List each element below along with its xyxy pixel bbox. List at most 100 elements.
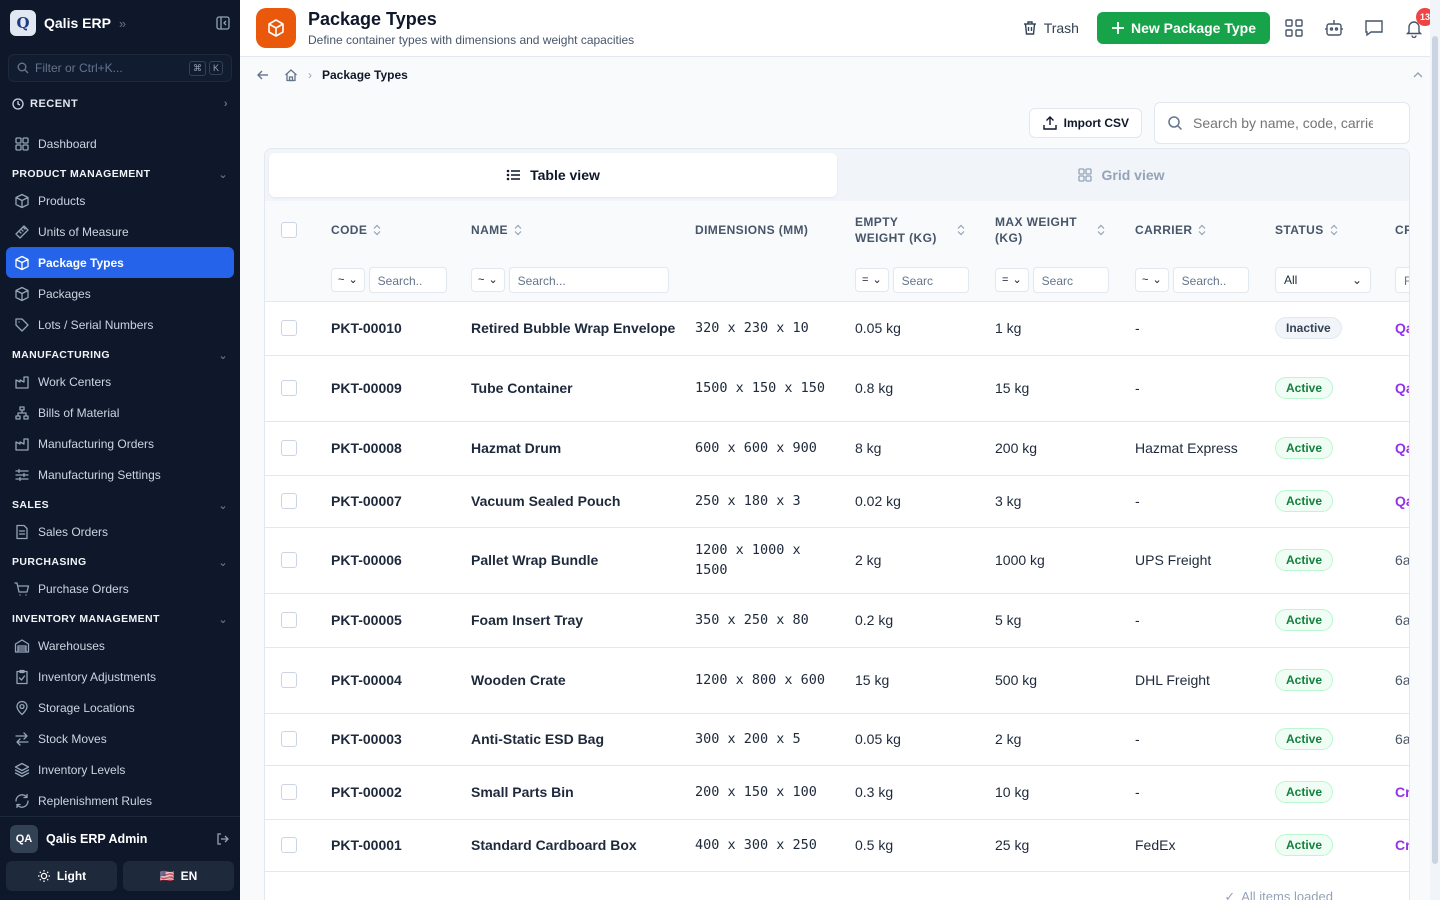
- sidebar-item-stock-moves[interactable]: Stock Moves: [6, 723, 234, 754]
- row-checkbox[interactable]: [281, 320, 297, 336]
- name-filter-input[interactable]: Search...: [508, 266, 669, 293]
- cell-code[interactable]: PKT-00004: [331, 672, 402, 688]
- sidebar-collapse-icon[interactable]: [216, 16, 230, 30]
- table-row[interactable]: PKT-00006 Pallet Wrap Bundle 1200 x 1000…: [265, 527, 1409, 594]
- cell-name[interactable]: Hazmat Drum: [471, 440, 561, 456]
- cell-code[interactable]: PKT-00003: [331, 731, 402, 747]
- apps-grid-icon[interactable]: [1284, 18, 1304, 38]
- nav-section-sales[interactable]: SALES ⌄: [0, 494, 240, 516]
- table-row[interactable]: PKT-00005 Foam Insert Tray 350 x 250 x 8…: [265, 593, 1409, 648]
- row-checkbox[interactable]: [281, 612, 297, 628]
- sidebar-item-storage-locations[interactable]: Storage Locations: [6, 692, 234, 723]
- cell-created-by[interactable]: 6a: [1395, 731, 1409, 747]
- row-checkbox[interactable]: [281, 493, 297, 509]
- code-filter-input[interactable]: Search..: [368, 266, 447, 293]
- trash-button[interactable]: Trash: [1022, 20, 1079, 36]
- cell-name[interactable]: Vacuum Sealed Pouch: [471, 493, 620, 509]
- row-checkbox[interactable]: [281, 672, 297, 688]
- sidebar-item-warehouses[interactable]: Warehouses: [6, 630, 234, 661]
- table-row[interactable]: PKT-00004 Wooden Crate 1200 x 800 x 600 …: [265, 647, 1409, 714]
- cell-name[interactable]: Pallet Wrap Bundle: [471, 552, 598, 568]
- nav-section-inventory-management[interactable]: INVENTORY MANAGEMENT ⌄: [0, 608, 240, 630]
- cell-code[interactable]: PKT-00007: [331, 493, 402, 509]
- sidebar-item-package-types[interactable]: Package Types: [6, 247, 234, 278]
- sidebar-item-lots-serial-numbers[interactable]: Lots / Serial Numbers: [6, 309, 234, 340]
- import-csv-button[interactable]: Import CSV: [1028, 108, 1142, 138]
- cell-name[interactable]: Standard Cardboard Box: [471, 837, 637, 853]
- col-status[interactable]: STATUS: [1275, 201, 1395, 259]
- max-weight-filter-operator[interactable]: = ⌄: [995, 267, 1029, 292]
- cell-created-by[interactable]: 6a: [1395, 612, 1409, 628]
- table-row[interactable]: PKT-00007 Vacuum Sealed Pouch 250 x 180 …: [265, 475, 1409, 528]
- cell-created-by[interactable]: Qa: [1395, 440, 1409, 456]
- scrollbar-thumb[interactable]: [1432, 36, 1438, 864]
- cell-code[interactable]: PKT-00006: [331, 552, 402, 568]
- page-scrollbar[interactable]: [1430, 0, 1440, 900]
- name-filter-operator[interactable]: ~ ⌄: [471, 267, 505, 292]
- sidebar-item-work-centers[interactable]: Work Centers: [6, 366, 234, 397]
- language-button[interactable]: 🇺🇸 EN: [123, 861, 234, 891]
- table-row[interactable]: PKT-00010 Retired Bubble Wrap Envelope 3…: [265, 301, 1409, 356]
- status-filter-select[interactable]: All ⌄: [1275, 266, 1371, 293]
- tab-grid-view[interactable]: Grid view: [837, 153, 1405, 197]
- cell-code[interactable]: PKT-00009: [331, 380, 402, 396]
- chevron-up-icon[interactable]: [1412, 69, 1424, 81]
- carrier-filter-operator[interactable]: ~ ⌄: [1135, 267, 1169, 292]
- sidebar-filter-input[interactable]: Filter or Ctrl+K... ⌘ K: [8, 54, 232, 82]
- sidebar-item-dashboard[interactable]: Dashboard: [6, 128, 234, 159]
- bot-icon[interactable]: [1324, 18, 1344, 38]
- col-carrier[interactable]: CARRIER: [1135, 201, 1275, 259]
- row-checkbox[interactable]: [281, 552, 297, 568]
- sidebar-item-manufacturing-orders[interactable]: Manufacturing Orders: [6, 428, 234, 459]
- cell-name[interactable]: Tube Container: [471, 380, 573, 396]
- select-all-checkbox[interactable]: [281, 222, 297, 238]
- sidebar-item-units-of-measure[interactable]: Units of Measure: [6, 216, 234, 247]
- row-checkbox[interactable]: [281, 837, 297, 853]
- cell-created-by[interactable]: Qa: [1395, 320, 1409, 336]
- app-name[interactable]: Qalis ERP: [44, 15, 111, 31]
- col-max-weight[interactable]: MAX WEIGHT (KG): [995, 201, 1135, 259]
- app-logo[interactable]: Q: [10, 10, 36, 36]
- row-checkbox[interactable]: [281, 440, 297, 456]
- sidebar-item-packages[interactable]: Packages: [6, 278, 234, 309]
- empty-weight-filter-input[interactable]: Searc: [892, 266, 969, 293]
- sidebar-item-sales-orders[interactable]: Sales Orders: [6, 516, 234, 547]
- sidebar-item-replenishment-rules[interactable]: Replenishment Rules: [6, 785, 234, 816]
- cell-created-by[interactable]: 6a: [1395, 552, 1409, 568]
- new-package-type-button[interactable]: New Package Type: [1096, 12, 1270, 44]
- col-code[interactable]: CODE: [331, 201, 471, 259]
- code-filter-operator[interactable]: ~ ⌄: [331, 267, 365, 292]
- cell-created-by[interactable]: 6a: [1395, 672, 1409, 688]
- nav-section-manufacturing[interactable]: MANUFACTURING ⌄: [0, 344, 240, 366]
- cell-created-by[interactable]: Qa: [1395, 380, 1409, 396]
- table-row[interactable]: PKT-00009 Tube Container 1500 x 150 x 15…: [265, 355, 1409, 422]
- col-created[interactable]: CR: [1395, 201, 1409, 259]
- user-row[interactable]: QA Qalis ERP Admin: [0, 817, 240, 861]
- back-arrow-icon[interactable]: [256, 68, 270, 82]
- table-row[interactable]: PKT-00002 Small Parts Bin 200 x 150 x 10…: [265, 765, 1409, 820]
- logout-icon[interactable]: [216, 832, 230, 846]
- cell-name[interactable]: Small Parts Bin: [471, 784, 574, 800]
- sidebar-item-bills-of-material[interactable]: Bills of Material: [6, 397, 234, 428]
- carrier-filter-input[interactable]: Search..: [1172, 266, 1249, 293]
- nav-section-product-management[interactable]: PRODUCT MANAGEMENT ⌄: [0, 163, 240, 185]
- cell-name[interactable]: Retired Bubble Wrap Envelope: [471, 320, 675, 336]
- cell-name[interactable]: Foam Insert Tray: [471, 612, 583, 628]
- cell-code[interactable]: PKT-00008: [331, 440, 402, 456]
- cell-code[interactable]: PKT-00002: [331, 784, 402, 800]
- created-filter-input[interactable]: Fi: [1395, 266, 1409, 293]
- sidebar-item-purchase-orders[interactable]: Purchase Orders: [6, 573, 234, 604]
- cell-code[interactable]: PKT-00001: [331, 837, 402, 853]
- cell-name[interactable]: Anti-Static ESD Bag: [471, 731, 604, 747]
- cell-code[interactable]: PKT-00010: [331, 320, 402, 336]
- sidebar-item-manufacturing-settings[interactable]: Manufacturing Settings: [6, 459, 234, 490]
- cell-created-by[interactable]: Qa: [1395, 493, 1409, 509]
- tab-table-view[interactable]: Table view: [269, 153, 837, 197]
- theme-toggle-button[interactable]: Light: [6, 861, 117, 891]
- cell-created-by[interactable]: Cr: [1395, 784, 1409, 800]
- recent-toggle[interactable]: RECENT ›: [0, 92, 240, 116]
- sidebar-item-inventory-levels[interactable]: Inventory Levels: [6, 754, 234, 785]
- table-row[interactable]: PKT-00008 Hazmat Drum 600 x 600 x 900 8 …: [265, 421, 1409, 476]
- row-checkbox[interactable]: [281, 784, 297, 800]
- col-empty-weight[interactable]: EMPTY WEIGHT (KG): [855, 201, 995, 259]
